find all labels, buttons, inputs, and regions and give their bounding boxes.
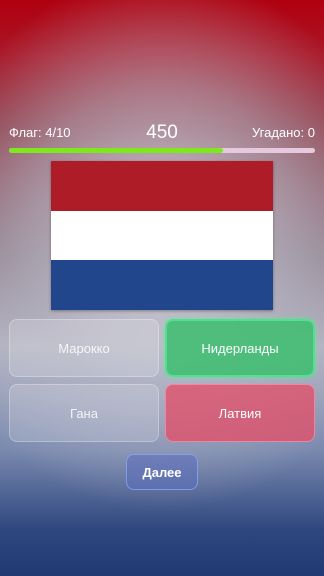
- answer-label-4: Латвия: [218, 405, 262, 421]
- progress-fill: [9, 148, 224, 153]
- progress-bar: [9, 148, 315, 153]
- flag-stripe-top: [51, 161, 273, 211]
- answer-button-4[interactable]: Латвия: [165, 384, 315, 442]
- answer-label-3: Гана: [70, 405, 98, 421]
- answer-label-1: Марокко: [58, 340, 110, 356]
- answer-button-2[interactable]: Нидерланды: [165, 319, 315, 377]
- answer-button-1[interactable]: Марокко: [9, 319, 159, 377]
- flag-stripe-middle: [51, 210, 273, 261]
- stats-bar: Флаг: 4/10 450 Угадано: 0: [9, 122, 315, 144]
- flag-image: [51, 161, 273, 311]
- answer-button-3[interactable]: Гана: [9, 384, 159, 442]
- next-button[interactable]: Далее: [126, 454, 198, 490]
- guessed-counter: Угадано: 0: [251, 125, 315, 140]
- next-button-label: Далее: [142, 464, 182, 480]
- answer-label-2: Нидерланды: [201, 340, 279, 356]
- flag-stripe-bottom: [51, 260, 273, 311]
